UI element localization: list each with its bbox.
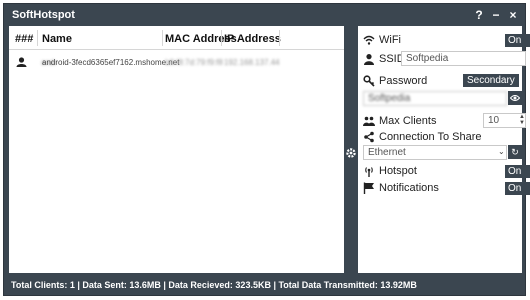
password-setting: Password Secondary	[363, 74, 523, 90]
notifications-label: Notifications	[379, 182, 439, 194]
chevron-down-icon[interactable]: ⌄	[498, 147, 505, 156]
status-bar: Total Clients: 1 | Data Sent: 13.6MB | D…	[4, 273, 525, 295]
column-divider[interactable]	[162, 30, 163, 46]
max-clients-label: Max Clients	[379, 115, 437, 127]
minimize-button[interactable]: −	[488, 7, 504, 23]
password-label: Password	[379, 75, 428, 87]
help-button[interactable]: ?	[471, 7, 487, 23]
flag-icon	[363, 182, 375, 194]
connection-label: Connection To Share	[379, 131, 482, 143]
column-header-ip[interactable]: IP Address	[224, 33, 281, 45]
wifi-toggle[interactable]: On	[505, 34, 530, 47]
settings-panel: WiFi On SSID Softpedia Password Secondar…	[358, 26, 530, 273]
table-row[interactable]: android android-3fecd6365ef7162.mshome.n…	[9, 52, 344, 74]
share-icon	[363, 131, 375, 143]
client-ip: 192.168.137.44	[224, 58, 280, 67]
notifications-toggle[interactable]: On	[505, 182, 530, 195]
group-icon	[363, 115, 375, 127]
column-header-name[interactable]: Name	[42, 33, 72, 45]
close-button[interactable]: ×	[505, 7, 521, 23]
user-icon	[16, 57, 27, 69]
connection-setting: Connection To Share	[363, 130, 523, 146]
wifi-setting: WiFi On	[363, 33, 530, 49]
hotspot-setting: Hotspot On	[363, 164, 530, 180]
column-divider[interactable]	[279, 30, 280, 46]
antenna-icon	[363, 165, 375, 177]
app-window: SoftHotspot ? − × ### Name MAC Address I…	[3, 3, 530, 296]
max-clients-setting: Max Clients 10 ▲ ▼	[363, 113, 526, 130]
password-input[interactable]: Softpedia	[363, 91, 507, 106]
title-bar: SoftHotspot ? − ×	[4, 4, 525, 26]
refresh-icon[interactable]: ↻	[508, 145, 522, 159]
connection-select[interactable]: Ethernet	[363, 145, 507, 160]
client-name: android-3fecd6365ef7162.mshome.net	[42, 58, 180, 67]
column-divider[interactable]	[37, 30, 38, 46]
hotspot-label: Hotspot	[379, 165, 417, 177]
eye-icon[interactable]	[508, 91, 522, 105]
gear-icon[interactable]	[345, 147, 357, 159]
column-divider[interactable]	[221, 30, 222, 46]
hotspot-toggle[interactable]: On	[505, 165, 530, 178]
window-title: SoftHotspot	[12, 9, 75, 21]
column-header-index[interactable]: ###	[15, 33, 33, 45]
wifi-label: WiFi	[379, 34, 401, 46]
stepper-icon[interactable]: ▲ ▼	[519, 114, 525, 126]
key-icon	[363, 75, 375, 87]
notifications-setting: Notifications On	[363, 181, 530, 197]
wifi-icon	[363, 34, 375, 46]
clients-panel: ### Name MAC Address IP Address android …	[9, 26, 344, 273]
clients-table-header: ### Name MAC Address IP Address	[9, 26, 344, 50]
client-mac: b8:f8:7d:79:f9:f8	[165, 58, 223, 67]
ssid-setting: SSID Softpedia	[363, 51, 526, 68]
password-mode-button[interactable]: Secondary	[463, 74, 519, 87]
status-text: Total Clients: 1 | Data Sent: 13.6MB | D…	[11, 280, 417, 290]
user-icon	[363, 53, 375, 65]
settings-toggle-strip[interactable]	[344, 26, 358, 273]
ssid-input[interactable]: Softpedia	[401, 51, 526, 66]
